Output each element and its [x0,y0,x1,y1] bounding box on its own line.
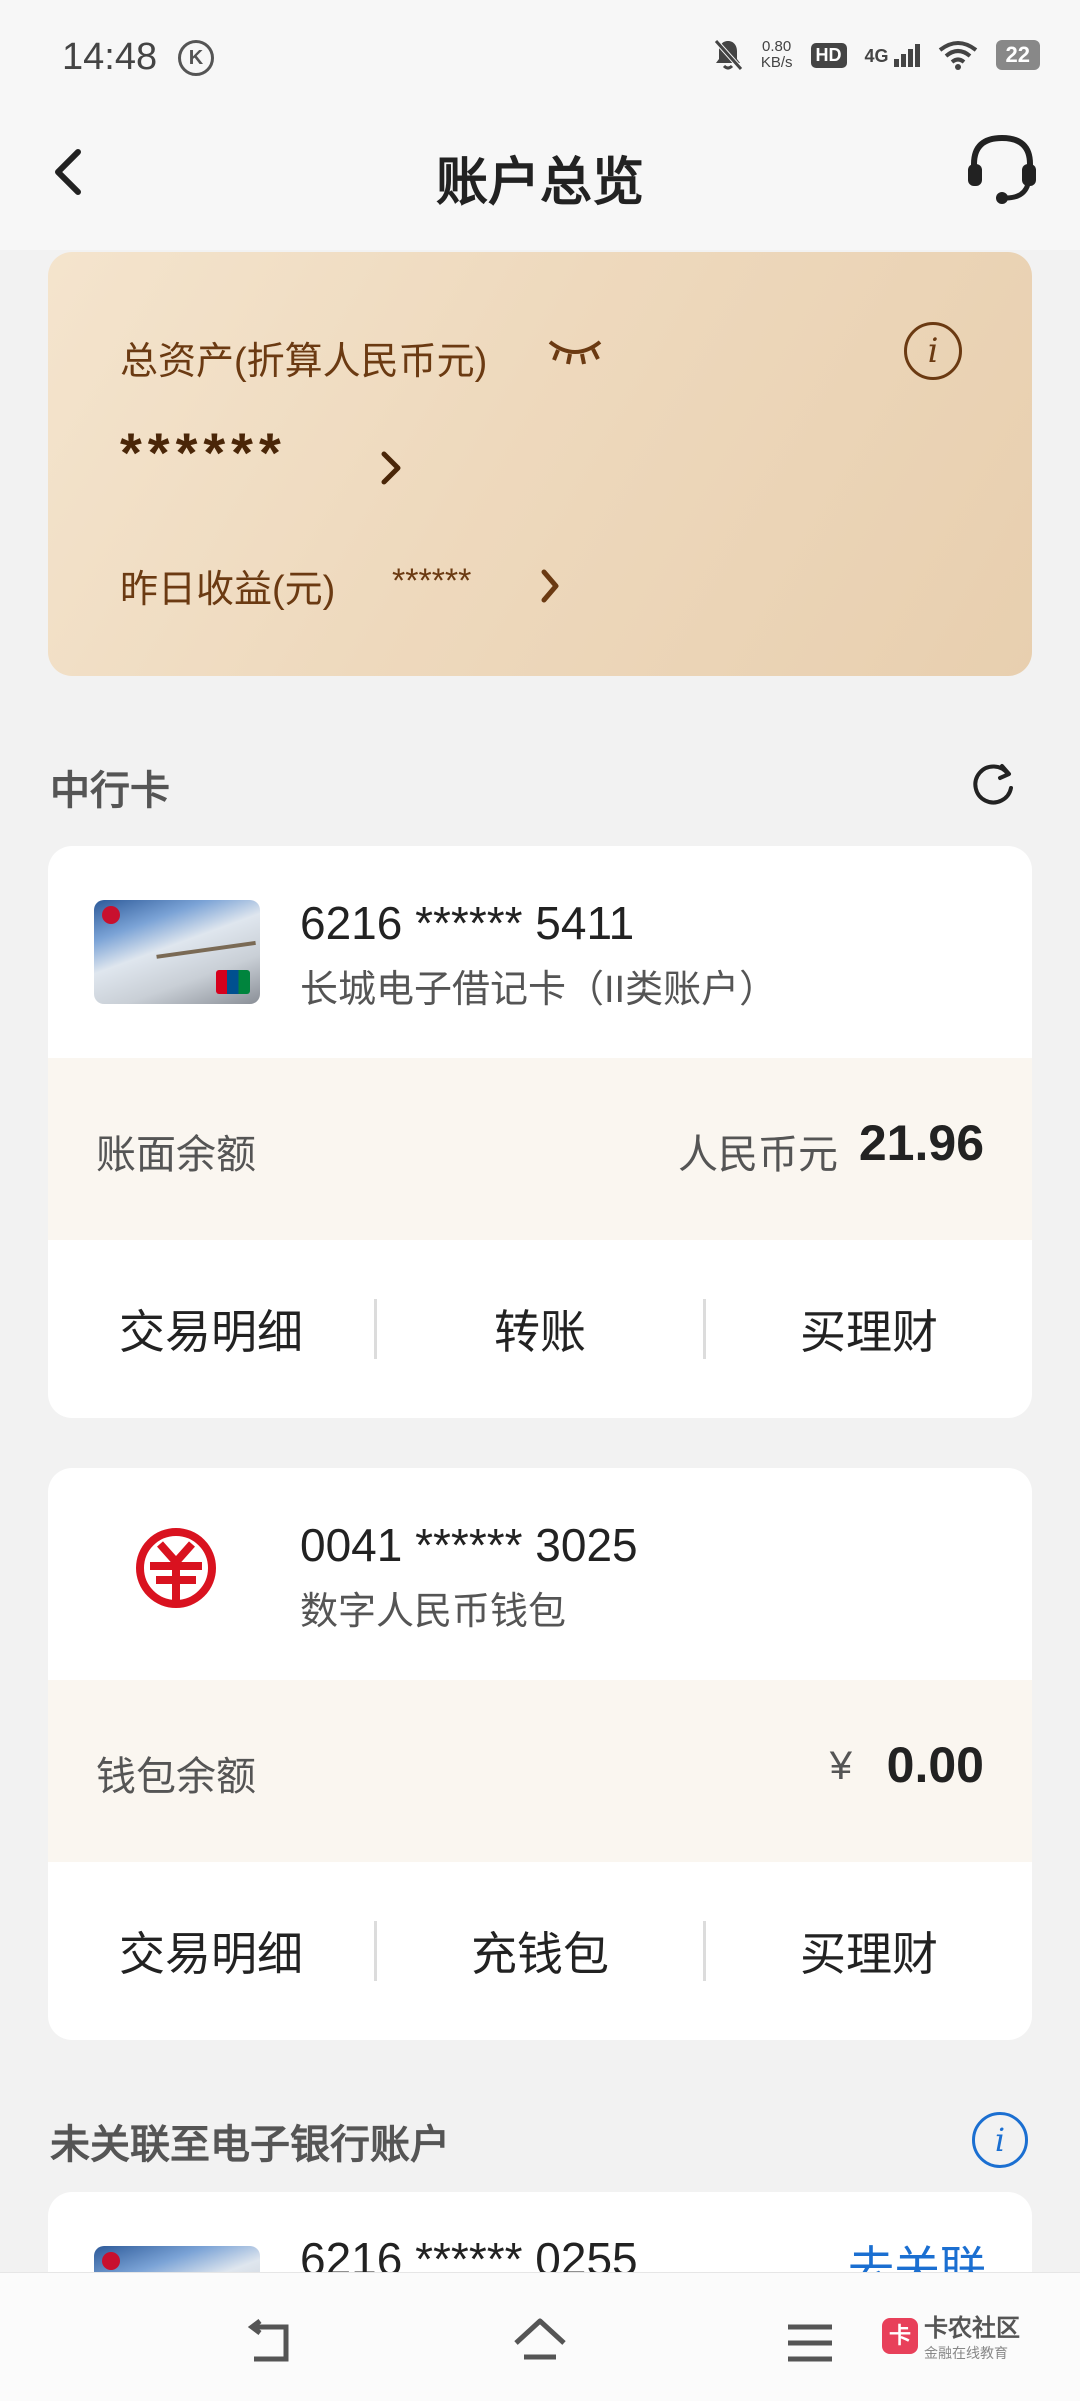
back-nav-icon[interactable] [240,2313,300,2373]
watermark: 卡 卡农社区 金融在线教育 [882,2308,1020,2363]
refresh-icon[interactable] [968,760,1018,810]
balance-currency: ¥ [829,1744,852,1788]
balance-currency: 人民币元 [678,1133,838,1177]
account-number: 0041 ****** 3025 [300,1519,638,1571]
account-header[interactable]: 0041 ****** 3025 数字人民币钱包 [48,1468,1032,1680]
yesterday-yield-value[interactable]: ****** [392,562,471,601]
transaction-details-button[interactable]: 交易明细 [48,1918,374,1984]
balance-row: 账面余额 人民币元 21.96 [48,1058,1032,1240]
digital-rmb-logo-icon [136,1528,216,1608]
watermark-logo-icon: 卡 [882,2317,918,2354]
k-app-icon: K [178,40,214,76]
hide-eye-icon[interactable] [546,332,604,368]
net-speed-unit: KB/s [760,54,793,71]
mute-bell-icon [713,39,743,71]
balance-label: 钱包余额 [96,1755,256,1799]
yesterday-yield-label: 昨日收益(元) [120,569,336,611]
account-actions: 交易明细 充钱包 买理财 [48,1862,1032,2040]
wifi-icon [938,41,977,70]
debit-card-image [94,900,260,1004]
network-type: 4G [864,45,889,66]
signal-bar-icon [900,53,906,67]
unionpay-logo-icon [216,970,250,994]
account-type: 数字人民币钱包 [300,1591,567,1633]
account-actions: 交易明细 转账 买理财 [48,1240,1032,1418]
balance-amount: 21.96 [858,1115,984,1171]
hd-badge: HD [810,42,847,68]
transfer-button[interactable]: 转账 [377,1296,703,1362]
buy-wealth-button[interactable]: 买理财 [706,1296,1032,1362]
watermark-title: 卡农社区 [924,2315,1020,2342]
transaction-details-button[interactable]: 交易明细 [48,1296,374,1362]
net-speed: 0.80 KB/s [761,39,793,71]
chevron-right-icon[interactable] [376,444,406,492]
status-icons: 0.80 KB/s HD 4G 22 [713,38,1040,72]
account-type: 长城电子借记卡（II类账户） [300,969,778,1011]
total-assets-label: 总资产(折算人民币元) [120,341,488,383]
signal-bar-icon [907,48,913,67]
info-icon[interactable]: i [972,2112,1028,2168]
nav-bar: 账户总览 [0,110,1080,250]
cell-signal: 4G [864,43,920,67]
customer-service-headset-icon[interactable] [962,128,1042,208]
signal-bar-icon [893,58,899,67]
status-bar: 14:48 K 0.80 KB/s HD 4G 22 [0,0,1080,110]
home-nav-icon[interactable] [510,2313,570,2373]
total-assets-card: 总资产(折算人民币元) i ****** 昨日收益(元) ****** [48,252,1032,676]
status-time: 14:48 [62,36,158,78]
great-wall-graphic [152,911,256,959]
balance-amount: 0.00 [886,1737,984,1793]
menu-nav-icon[interactable] [780,2313,840,2373]
top-up-wallet-button[interactable]: 充钱包 [377,1918,703,1984]
watermark-text: 卡农社区 金融在线教育 [924,2308,1020,2363]
section-title-boc-cards: 中行卡 [50,769,170,813]
boc-logo-icon [102,906,120,924]
info-icon[interactable]: i [904,322,962,380]
page-title: 账户总览 [435,154,644,212]
chevron-right-icon[interactable] [536,564,564,608]
watermark-subtitle: 金融在线教育 [924,2345,1008,2361]
account-number: 6216 ****** 5411 [300,897,635,949]
balance-row: 钱包余额 ¥ 0.00 [48,1680,1032,1862]
account-header[interactable]: 6216 ****** 5411 长城电子借记卡（II类账户） [48,846,1032,1058]
total-assets-value[interactable]: ****** [120,420,287,485]
net-speed-value: 0.80 [762,38,792,55]
boc-logo-icon [102,2252,120,2270]
battery-indicator: 22 [995,40,1040,70]
buy-wealth-button[interactable]: 买理财 [706,1918,1032,1984]
account-card: 0041 ****** 3025 数字人民币钱包 钱包余额 ¥ 0.00 交易明… [48,1468,1032,2040]
section-title-unlinked: 未关联至电子银行账户 [50,2123,450,2167]
account-card: 6216 ****** 5411 长城电子借记卡（II类账户） 账面余额 人民币… [48,846,1032,1418]
balance-label: 账面余额 [96,1133,256,1177]
signal-bar-icon [914,43,920,67]
